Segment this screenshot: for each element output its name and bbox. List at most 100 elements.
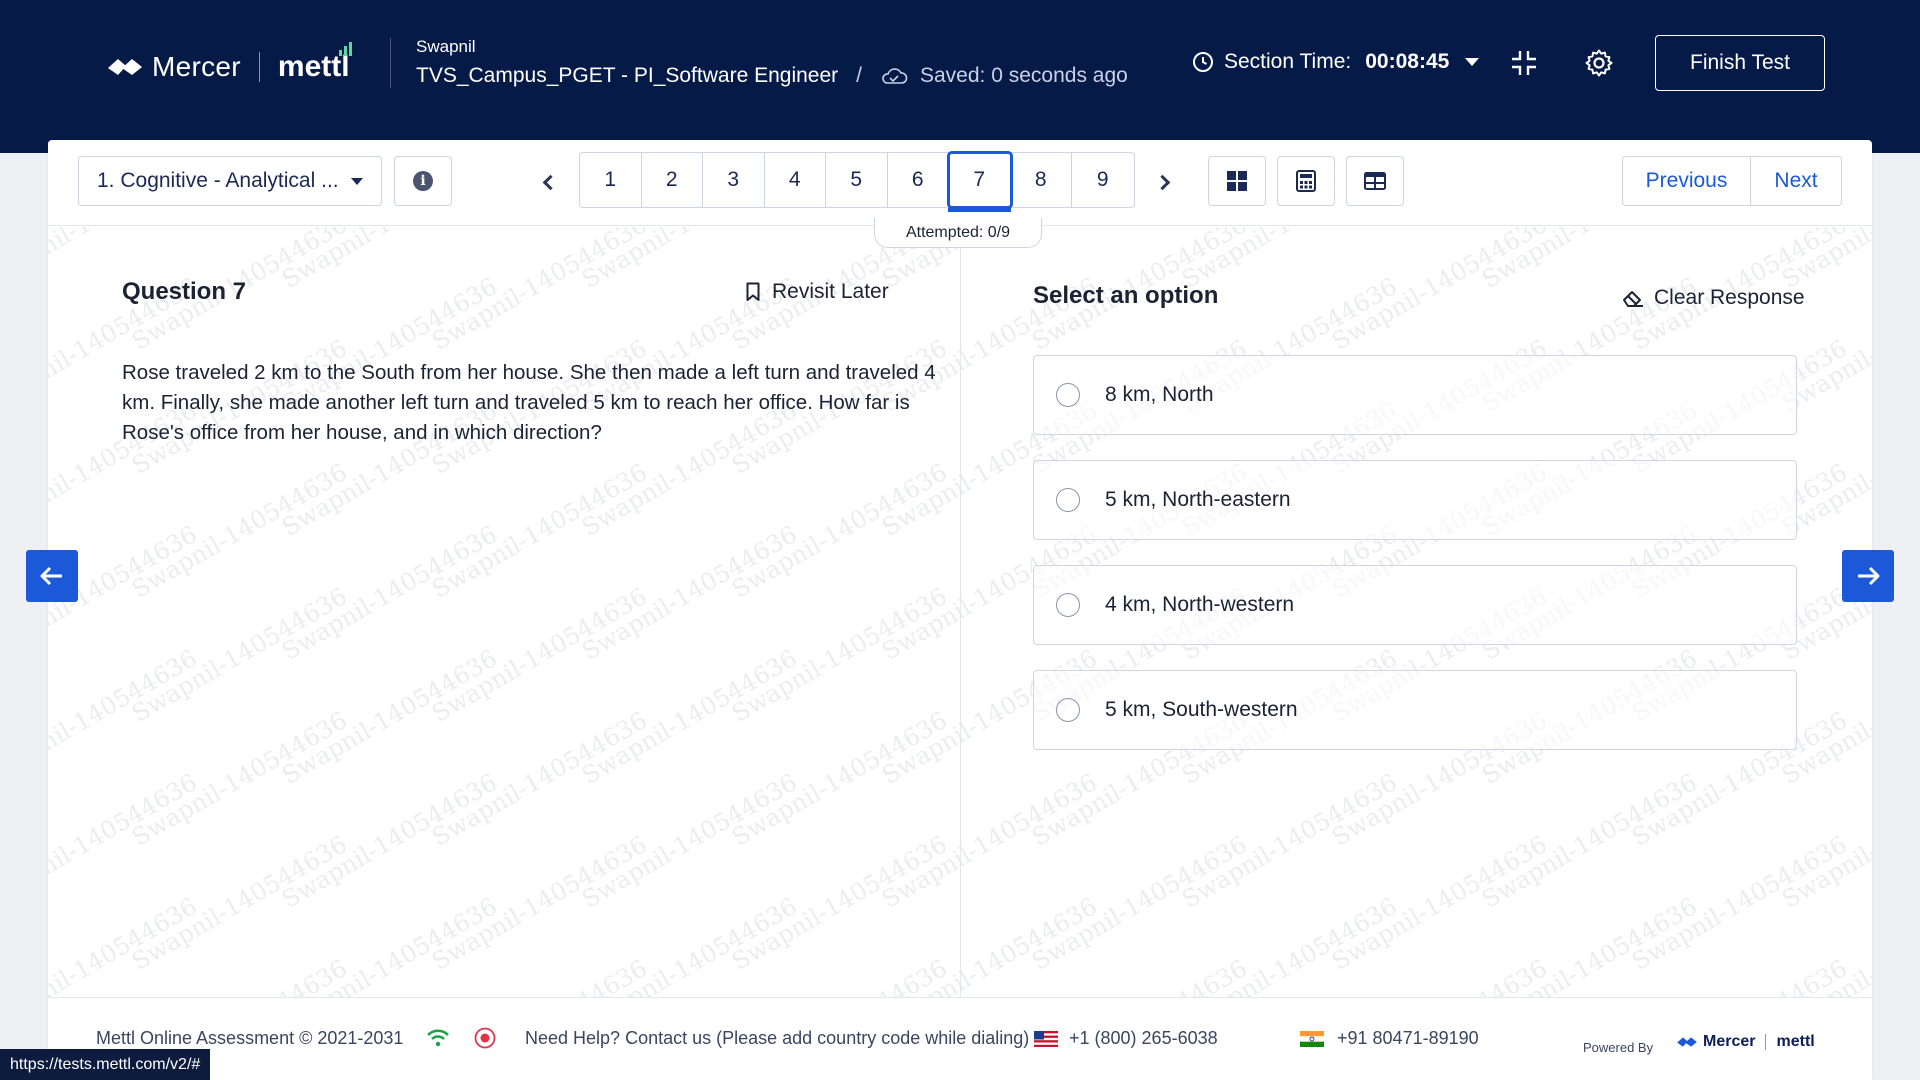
pager-next-arrow[interactable]	[1152, 170, 1172, 194]
page-button-4[interactable]: 4	[765, 153, 826, 207]
question-title: Question 7	[122, 278, 247, 305]
option-text: 8 km, North	[1105, 383, 1214, 406]
watermark-text: Swapnil-140544636	[1777, 892, 1872, 997]
clock-icon	[1193, 52, 1213, 72]
option-4[interactable]: 5 km, South-western	[1033, 670, 1797, 750]
mettl-brand-text: mettl	[278, 42, 352, 84]
attempted-badge: Attempted: 0/9	[874, 218, 1042, 248]
mercer-logo-icon	[108, 59, 142, 75]
eraser-icon	[1623, 291, 1643, 307]
watermark-text: Swapnil-140544636	[48, 768, 202, 914]
mercer-brand-text: Mercer	[152, 51, 241, 82]
watermark-text: Swapnil-140544636	[727, 706, 952, 852]
option-1[interactable]: 8 km, North	[1033, 355, 1797, 435]
watermark-text: Swapnil-140544636	[277, 768, 502, 914]
page-button-8[interactable]: 8	[1011, 153, 1072, 207]
radio-button[interactable]	[1056, 488, 1080, 512]
section-time-label: Section Time:	[1224, 50, 1352, 73]
watermark-text: Swapnil-140544636	[277, 892, 502, 997]
watermark-text: Swapnil-140544636	[427, 458, 652, 604]
page-button-7-active[interactable]: 7	[947, 151, 1013, 212]
watermark-text: Swapnil-140544636	[1777, 768, 1872, 914]
test-title-row: TVS_Campus_PGET - PI_Software Engineer /…	[416, 64, 1128, 88]
footer-mettl-text: mettl	[1776, 1033, 1815, 1050]
radio-button[interactable]	[1056, 698, 1080, 722]
bookmark-icon	[746, 282, 760, 301]
pager-prev-arrow[interactable]	[540, 170, 560, 194]
watermark-text: Swapnil-140544636	[48, 892, 202, 997]
watermark-text: Swapnil-140544636	[427, 706, 652, 852]
page-button-2[interactable]: 2	[642, 153, 703, 207]
radio-button[interactable]	[1056, 593, 1080, 617]
prev-question-arrow[interactable]	[26, 550, 78, 602]
recording-icon	[474, 1027, 496, 1049]
page-button-3[interactable]: 3	[703, 153, 765, 207]
watermark-text: Swapnil-140544636	[1477, 227, 1701, 294]
watermark-text: Swapnil-140544636	[127, 954, 351, 997]
section-time-value: 00:08:45	[1365, 50, 1450, 73]
revisit-later-label: Revisit Later	[772, 280, 889, 303]
calculator-button[interactable]	[1277, 156, 1335, 206]
watermark-text: Swapnil-140544636	[277, 644, 502, 790]
mercer-logo-icon	[1677, 1037, 1697, 1047]
top-header: Mercer mettl Swapnil TVS_Campus_PGET - P…	[0, 0, 1920, 153]
us-flag-icon	[1034, 1031, 1058, 1047]
watermark-text: Swapnil-140544636	[427, 954, 651, 997]
test-title: TVS_Campus_PGET - PI_Software Engineer	[416, 64, 839, 87]
option-2[interactable]: 5 km, North-eastern	[1033, 460, 1797, 540]
page-button-6[interactable]: 6	[888, 153, 949, 207]
calculator-icon	[1296, 170, 1316, 192]
watermark-text: Swapnil-140544636	[1027, 830, 1252, 976]
gear-icon[interactable]	[1584, 48, 1614, 78]
watermark-text: Swapnil-140544636	[48, 644, 202, 790]
prev-next-group: Previous Next	[1622, 156, 1842, 206]
previous-button[interactable]: Previous	[1623, 157, 1751, 205]
chevron-down-icon[interactable]	[1465, 58, 1480, 66]
watermark-text: Swapnil-140544636	[127, 830, 352, 976]
watermark-text: Swapnil-140544636	[577, 768, 802, 914]
watermark-text: Swapnil-140544636	[1327, 830, 1552, 976]
next-button[interactable]: Next	[1751, 157, 1841, 205]
grid-icon	[1227, 171, 1247, 191]
option-text: 5 km, South-western	[1105, 698, 1298, 721]
table-view-button[interactable]	[1346, 156, 1404, 206]
grid-view-button[interactable]	[1208, 156, 1266, 206]
page-button-1[interactable]: 1	[580, 153, 642, 207]
section-timer[interactable]: Section Time: 00:08:45	[1192, 50, 1480, 74]
question-toolbar: 1. Cognitive - Analytical ... i 1 2 3 4 …	[48, 140, 1872, 226]
collapse-screen-icon[interactable]	[1509, 48, 1539, 78]
watermark-text: Swapnil-140544636	[1477, 768, 1702, 914]
option-3[interactable]: 4 km, North-western	[1033, 565, 1797, 645]
watermark-text: Swapnil-140544636	[1027, 954, 1251, 997]
phone-us: +1 (800) 265-6038	[1069, 1028, 1218, 1048]
watermark-text: Swapnil-140544636	[1627, 954, 1851, 997]
help-text: Need Help? Contact us (Please add countr…	[525, 1028, 1030, 1048]
clear-response-button[interactable]: Clear Response	[1622, 286, 1805, 310]
wifi-icon	[427, 1029, 449, 1047]
status-bar-url: https://tests.mettl.com/v2/#	[0, 1049, 211, 1080]
chevron-down-icon	[351, 178, 363, 185]
revisit-later-button[interactable]: Revisit Later	[746, 280, 889, 304]
watermark-text: Swapnil-140544636	[577, 644, 802, 790]
logo-divider	[258, 52, 260, 82]
page-button-5[interactable]: 5	[826, 153, 888, 207]
copyright-text: Mettl Online Assessment © 2021-2031	[96, 1028, 404, 1048]
watermark-text: Swapnil-140544636	[577, 520, 802, 666]
page-button-9[interactable]: 9	[1072, 153, 1134, 207]
watermark-text: Swapnil-140544636	[127, 706, 352, 852]
finish-test-button[interactable]: Finish Test	[1655, 35, 1825, 91]
watermark-text: Swapnil-140544636	[727, 582, 952, 728]
chevron-right-icon	[1154, 174, 1170, 190]
info-button[interactable]: i	[394, 156, 452, 206]
question-text: Rose traveled 2 km to the South from her…	[122, 361, 936, 444]
mercer-mettl-logo: Mercer mettl	[106, 42, 352, 84]
section-dropdown[interactable]: 1. Cognitive - Analytical ...	[78, 156, 382, 206]
watermark-text: Swapnil-140544636	[1327, 954, 1551, 997]
watermark-text: Swapnil-140544636	[277, 227, 501, 294]
panel-divider	[960, 227, 961, 997]
watermark-text: Swapnil-140544636	[427, 582, 652, 728]
next-question-arrow[interactable]	[1842, 550, 1894, 602]
phone-in: +91 80471-89190	[1337, 1028, 1479, 1048]
radio-button[interactable]	[1056, 383, 1080, 407]
watermark-text: Swapnil-140544636	[1627, 830, 1852, 976]
